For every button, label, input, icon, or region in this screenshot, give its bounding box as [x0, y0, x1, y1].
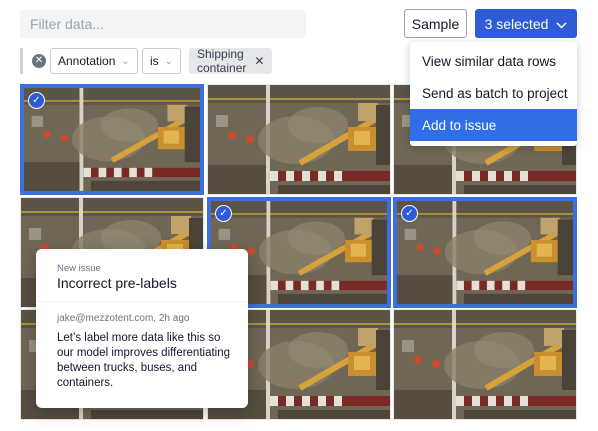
selected-count-label: 3 selected [484, 15, 549, 32]
filter-field-label: Annotation [58, 54, 116, 68]
menu-item-label: View similar data rows [422, 53, 557, 69]
selection-actions-menu: View similar data rows Send as batch to … [410, 42, 577, 146]
aerial-image [394, 310, 576, 419]
checkmark-icon[interactable]: ✓ [28, 92, 45, 109]
filter-field-select[interactable]: Annotation ⌄ [50, 48, 138, 74]
issue-card: New issue Incorrect pre-labels jake@mezz… [36, 249, 248, 408]
filter-value-label: Shipping container [197, 47, 247, 75]
menu-item-view-similar[interactable]: View similar data rows [410, 45, 577, 77]
sample-button-label: Sample [411, 15, 460, 32]
clear-filter-icon[interactable]: ✕ [32, 54, 46, 68]
search-input[interactable]: Filter data... [20, 10, 306, 38]
search-placeholder: Filter data... [30, 16, 104, 32]
filter-divider [20, 48, 23, 74]
filter-value-tag: Shipping container ✕ [189, 47, 273, 75]
menu-item-add-to-issue[interactable]: Add to issue [410, 109, 577, 141]
image-tile[interactable]: ✓ [20, 84, 204, 195]
remove-tag-icon[interactable]: ✕ [254, 54, 264, 68]
menu-item-send-batch[interactable]: Send as batch to project [410, 77, 577, 109]
menu-item-label: Send as batch to project [422, 85, 568, 101]
issue-author: jake@mezzotent.com, 2h ago [57, 313, 190, 324]
checkmark-icon[interactable]: ✓ [215, 205, 232, 222]
chevron-down-icon: ⌄ [121, 55, 130, 67]
filter-operator-select[interactable]: is ⌄ [142, 48, 182, 74]
image-tile[interactable]: ✓ [393, 197, 577, 308]
aerial-image [397, 201, 573, 304]
selected-dropdown-button[interactable]: 3 selected [475, 9, 577, 38]
image-tile[interactable] [207, 84, 391, 195]
divider [36, 301, 248, 302]
sample-button[interactable]: Sample [404, 9, 467, 38]
issue-comment: Let’s label more data like this so our m… [57, 332, 231, 389]
menu-item-label: Add to issue [422, 117, 497, 133]
image-tile[interactable] [393, 309, 577, 420]
chevron-down-icon: ⌄ [164, 55, 174, 67]
issue-title: Incorrect pre-labels [57, 275, 177, 291]
issue-kicker: New issue [57, 263, 101, 274]
aerial-image [208, 85, 390, 194]
aerial-image [24, 88, 200, 191]
filter-operator-label: is [150, 54, 159, 68]
chevron-down-icon [556, 16, 567, 32]
checkmark-icon[interactable]: ✓ [401, 205, 418, 222]
